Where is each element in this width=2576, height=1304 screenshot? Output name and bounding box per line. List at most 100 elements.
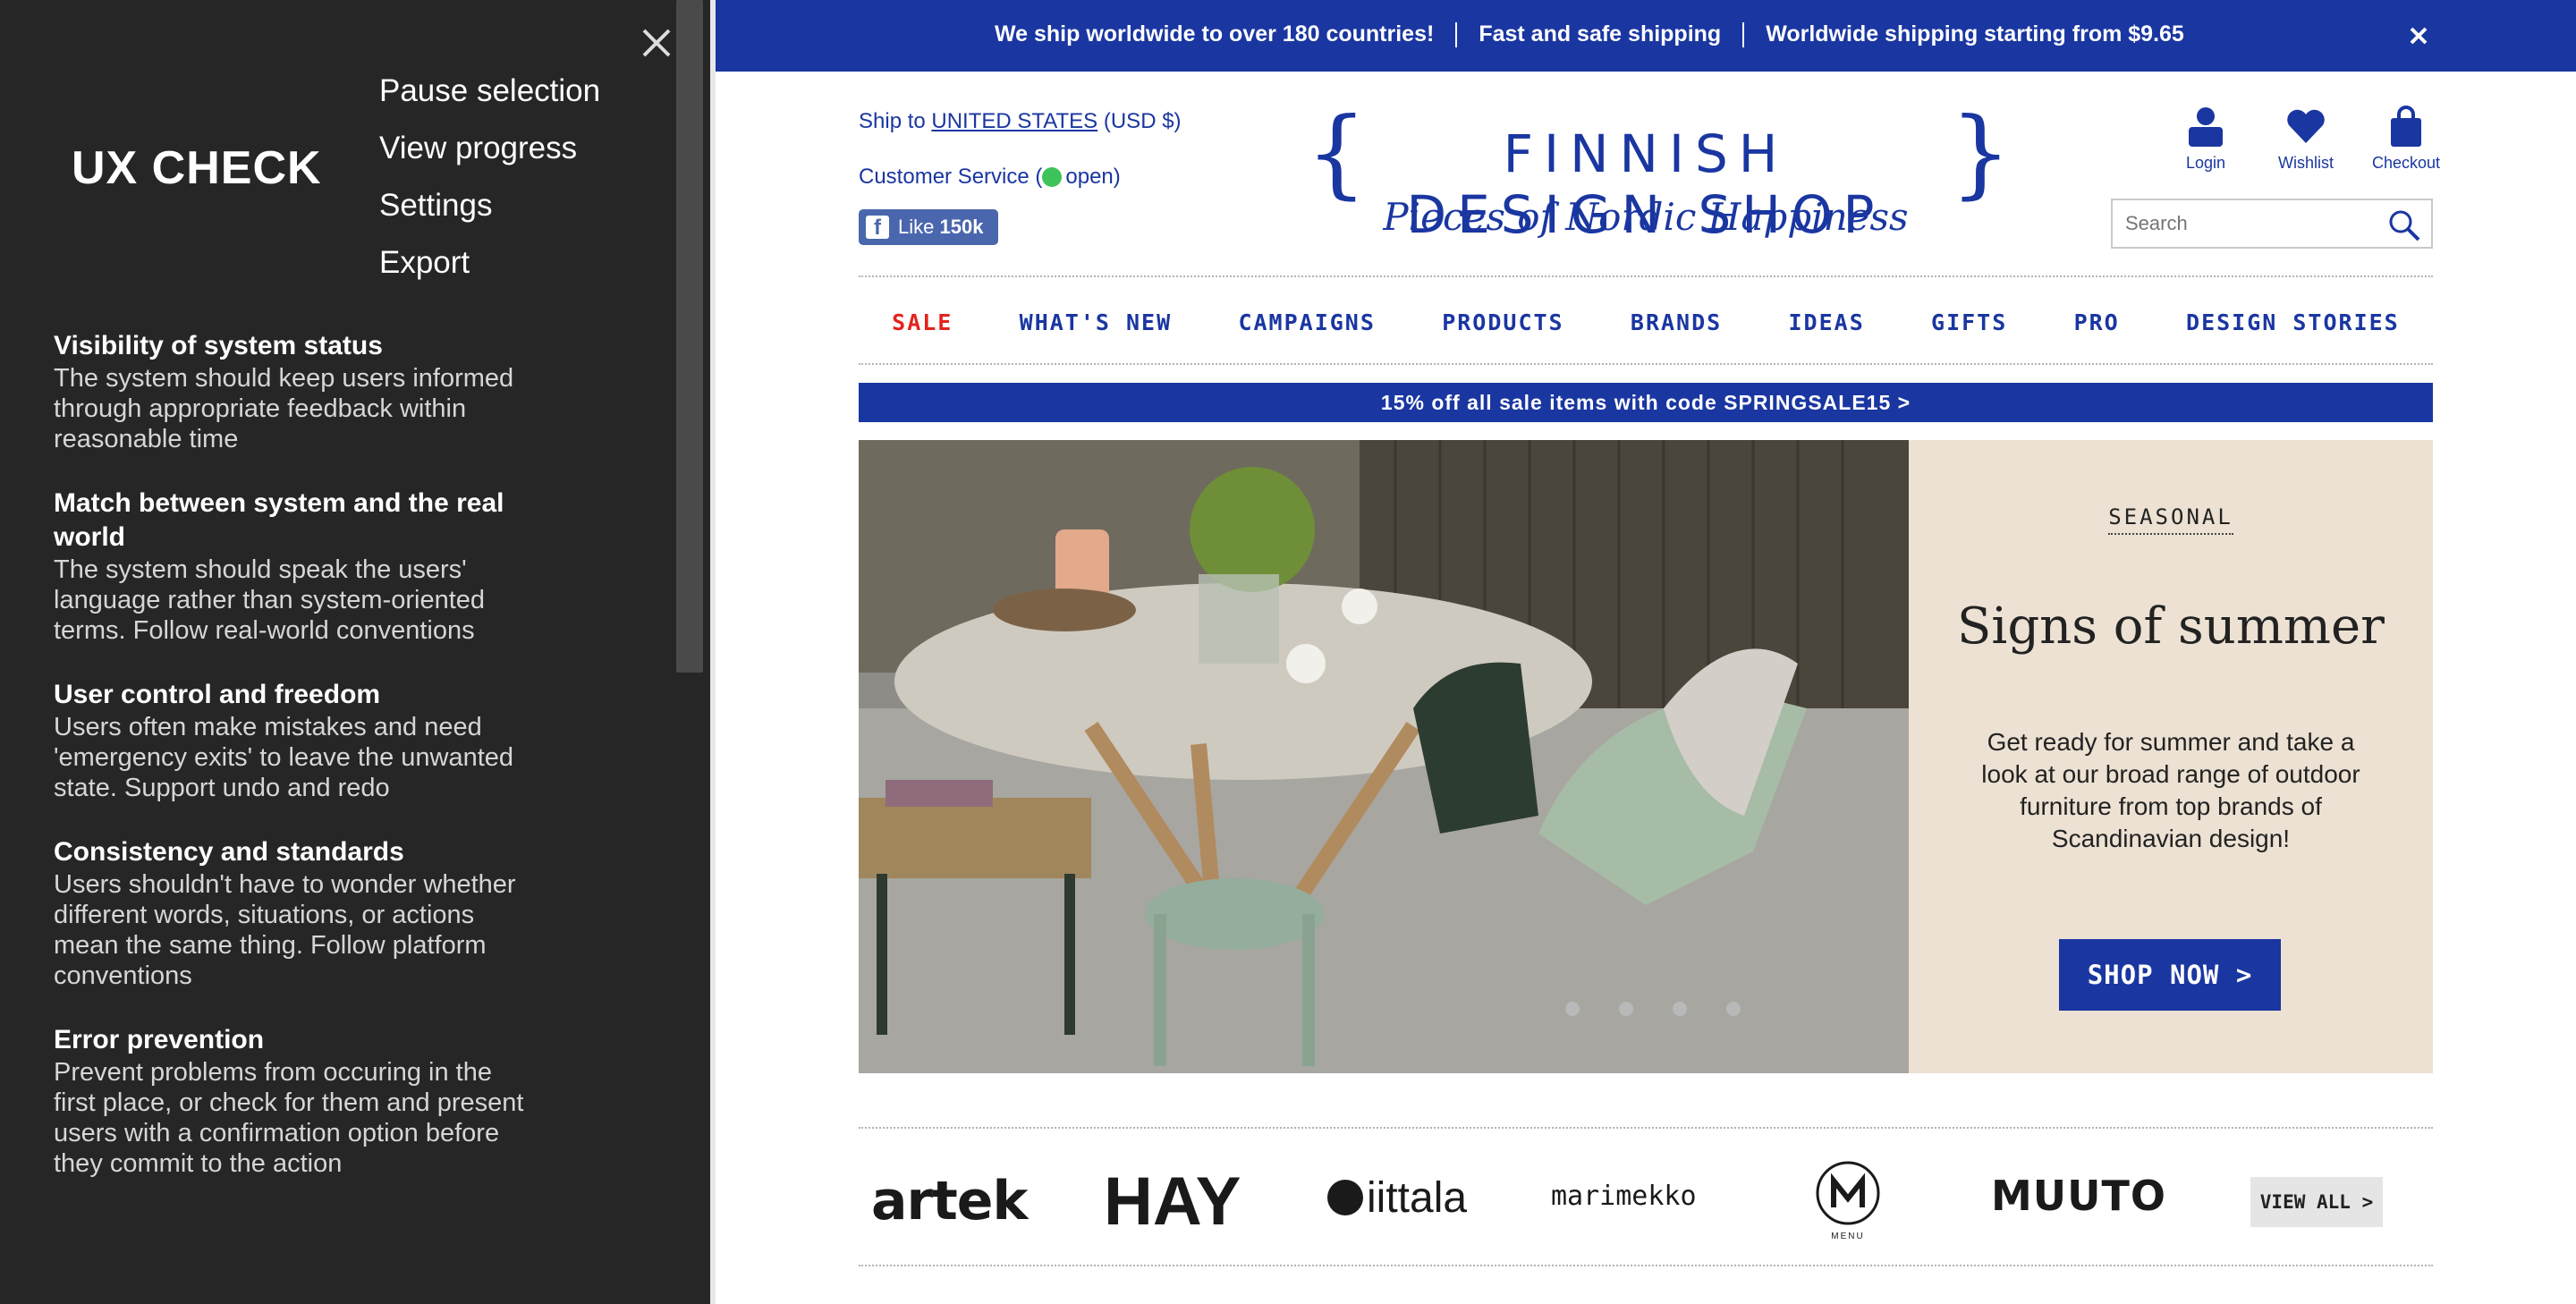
nav-brands[interactable]: BRANDS bbox=[1631, 309, 1722, 335]
panel-scrollbar[interactable] bbox=[676, 0, 703, 673]
checkout-label: Checkout bbox=[2371, 154, 2441, 172]
shipping-message: Fast and safe shipping bbox=[1479, 21, 1722, 47]
heuristic-title: Consistency and standards bbox=[54, 837, 404, 867]
nav-whats-new[interactable]: WHAT'S NEW bbox=[1020, 309, 1173, 335]
hero-kicker: SEASONAL bbox=[2108, 504, 2233, 535]
heuristic-description: Users often make mistakes and need 'emer… bbox=[54, 713, 514, 802]
heuristic-item[interactable]: Consistency and standards Users shouldn'… bbox=[54, 835, 537, 991]
shopping-bag-icon bbox=[2391, 106, 2421, 147]
heuristic-title: Error prevention bbox=[54, 1025, 265, 1054]
heuristic-item[interactable]: Match between system and the real world … bbox=[54, 487, 537, 646]
logo-tagline: Pieces of Nordic Happiness bbox=[1383, 195, 1909, 239]
settings-item[interactable]: Settings bbox=[379, 177, 600, 234]
view-all-brands-button[interactable]: VIEW ALL > bbox=[2250, 1177, 2383, 1227]
search-input[interactable] bbox=[2113, 200, 2381, 247]
nav-products[interactable]: PRODUCTS bbox=[1442, 309, 1563, 335]
shipping-banner: We ship worldwide to over 180 countries!… bbox=[716, 0, 2576, 72]
logo-left-brace: { bbox=[1306, 97, 1368, 209]
shipping-message: Worldwide shipping starting from $9.65 bbox=[1766, 21, 2184, 47]
wishlist-label: Wishlist bbox=[2278, 154, 2334, 172]
currency-label: (USD $) bbox=[1103, 109, 1182, 133]
facebook-icon: f bbox=[866, 216, 889, 240]
separator bbox=[1455, 21, 1458, 47]
shipping-message: We ship worldwide to over 180 countries! bbox=[995, 21, 1435, 47]
carousel-dot[interactable] bbox=[1565, 1002, 1580, 1016]
brand-logo-hay[interactable]: HAY bbox=[1104, 1163, 1241, 1240]
divider bbox=[859, 363, 2433, 365]
nav-campaigns[interactable]: CAMPAIGNS bbox=[1238, 309, 1375, 335]
divider bbox=[859, 1265, 2433, 1266]
user-icon bbox=[2189, 107, 2223, 147]
wishlist-button[interactable]: Wishlist bbox=[2256, 106, 2356, 173]
heuristic-title: User control and freedom bbox=[54, 680, 381, 709]
panel-title: UX CHECK bbox=[72, 142, 322, 194]
ship-to-label: Ship to bbox=[859, 109, 926, 133]
hero-title: Signs of summer bbox=[1957, 597, 2385, 656]
heuristic-description: The system should keep users informed th… bbox=[54, 364, 514, 453]
menu-logo-icon bbox=[1816, 1161, 1880, 1225]
carousel-dots bbox=[1565, 1002, 1780, 1016]
checkout-button[interactable]: Checkout bbox=[2356, 106, 2456, 173]
status-dot-icon bbox=[1042, 167, 1063, 187]
like-count: 150k bbox=[939, 216, 984, 238]
nav-pro[interactable]: PRO bbox=[2074, 309, 2120, 335]
brand-strip: artek HAY iittala marimekko MENU MUUTO V… bbox=[859, 1129, 2433, 1263]
hero-body: Get ready for summer and take a look at … bbox=[1981, 728, 2360, 852]
heart-icon bbox=[2287, 109, 2325, 143]
patio-photo-image bbox=[859, 440, 1909, 1073]
heuristic-description: Prevent problems from occuring in the fi… bbox=[54, 1058, 524, 1178]
heuristic-item[interactable]: Visibility of system status The system s… bbox=[54, 329, 537, 454]
heuristic-title: Match between system and the real world bbox=[54, 488, 504, 552]
account-icons: Login Wishlist Checkout bbox=[2156, 106, 2456, 173]
heuristic-description: Users shouldn't have to wonder whether d… bbox=[54, 870, 516, 990]
customer-service-link[interactable]: Customer Service ( bbox=[859, 165, 1042, 189]
pause-selection-item[interactable]: Pause selection bbox=[379, 63, 600, 120]
main-nav: SALE WHAT'S NEW CAMPAIGNS PRODUCTS BRAND… bbox=[859, 304, 2433, 340]
separator bbox=[1742, 21, 1745, 47]
close-banner-icon[interactable] bbox=[2402, 20, 2435, 52]
heuristic-description: The system should speak the users' langu… bbox=[54, 555, 486, 645]
divider bbox=[859, 275, 2433, 277]
export-item[interactable]: Export bbox=[379, 234, 600, 292]
menu-sublabel: MENU bbox=[1831, 1232, 1865, 1241]
carousel-dot[interactable] bbox=[1619, 1002, 1633, 1016]
brand-logo-iittala[interactable]: iittala bbox=[1327, 1173, 1467, 1223]
nav-gifts[interactable]: GIFTS bbox=[1931, 309, 2007, 335]
panel-menu: Pause selection View progress Settings E… bbox=[379, 63, 600, 292]
search-icon[interactable] bbox=[2386, 207, 2422, 243]
brand-logo-marimekko[interactable]: marimekko bbox=[1551, 1181, 1697, 1212]
search-box bbox=[2111, 199, 2433, 249]
heuristics-list: Visibility of system status The system s… bbox=[54, 329, 537, 1211]
like-label: Like bbox=[898, 216, 935, 238]
login-button[interactable]: Login bbox=[2156, 106, 2256, 173]
ship-to-country-link[interactable]: UNITED STATES bbox=[931, 109, 1097, 133]
nav-design-stories[interactable]: DESIGN STORIES bbox=[2186, 309, 2400, 335]
ux-check-panel: UX CHECK Pause selection View progress S… bbox=[0, 0, 710, 1304]
hero-text-panel: SEASONAL Signs of summer Get ready for s… bbox=[1909, 440, 2433, 1073]
brand-logo-menu[interactable]: MENU bbox=[1814, 1159, 1882, 1241]
hero-carousel: SEASONAL Signs of summer Get ready for s… bbox=[859, 440, 2433, 1073]
heuristic-title: Visibility of system status bbox=[54, 331, 383, 360]
nav-sale[interactable]: SALE bbox=[892, 309, 953, 335]
heuristic-item[interactable]: User control and freedom Users often mak… bbox=[54, 678, 537, 803]
shop-page: We ship worldwide to over 180 countries!… bbox=[716, 0, 2576, 1304]
brand-logo-muuto[interactable]: MUUTO bbox=[1991, 1172, 2166, 1220]
hero-image[interactable] bbox=[859, 440, 1909, 1073]
header-info: Ship to UNITED STATES (USD $) Customer S… bbox=[859, 109, 1182, 220]
logo-right-brace: } bbox=[1950, 97, 2012, 209]
shop-now-button[interactable]: SHOP NOW > bbox=[2059, 939, 2281, 1011]
carousel-dot[interactable] bbox=[1673, 1002, 1687, 1016]
carousel-dot[interactable] bbox=[1726, 1002, 1741, 1016]
login-label: Login bbox=[2185, 154, 2226, 172]
iittala-dot-icon bbox=[1327, 1180, 1363, 1215]
site-logo[interactable]: { FINNISH DESIGN SHOP } Pieces of Nordic… bbox=[1306, 97, 2012, 258]
customer-service-status: open) bbox=[1065, 165, 1121, 189]
view-progress-item[interactable]: View progress bbox=[379, 120, 600, 177]
brand-logo-artek[interactable]: artek bbox=[871, 1170, 1028, 1232]
facebook-like-button[interactable]: f Like 150k bbox=[859, 209, 998, 245]
brand-name: iittala bbox=[1367, 1174, 1468, 1222]
nav-ideas[interactable]: IDEAS bbox=[1788, 309, 1864, 335]
close-icon[interactable] bbox=[635, 21, 678, 64]
promo-banner[interactable]: 15% off all sale items with code SPRINGS… bbox=[859, 383, 2433, 422]
heuristic-item[interactable]: Error prevention Prevent problems from o… bbox=[54, 1023, 537, 1179]
